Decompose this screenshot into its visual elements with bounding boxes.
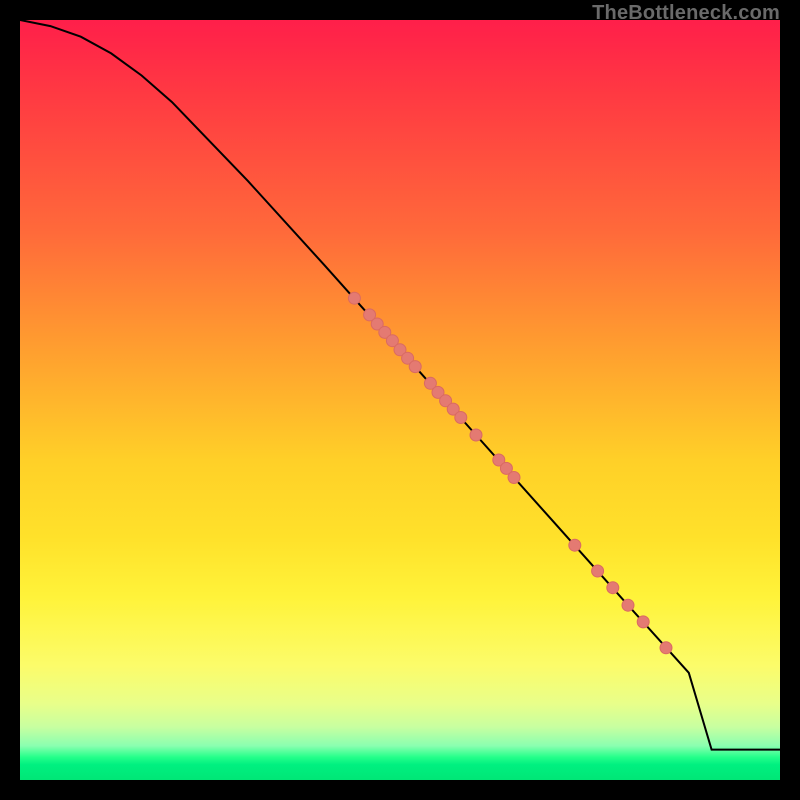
curve-line [20, 20, 780, 750]
chart-stage: TheBottleneck.com [0, 0, 800, 800]
marker-dot [470, 429, 482, 441]
marker-dot [637, 616, 649, 628]
marker-dot [660, 642, 672, 654]
marker-dot [455, 412, 467, 424]
marker-dot [607, 582, 619, 594]
plot-area [20, 20, 780, 780]
marker-dot [348, 292, 360, 304]
marker-dot [508, 472, 520, 484]
marker-dot [409, 361, 421, 373]
marker-dot [569, 539, 581, 551]
marker-dot [592, 565, 604, 577]
chart-svg [20, 20, 780, 780]
marker-dot [622, 599, 634, 611]
